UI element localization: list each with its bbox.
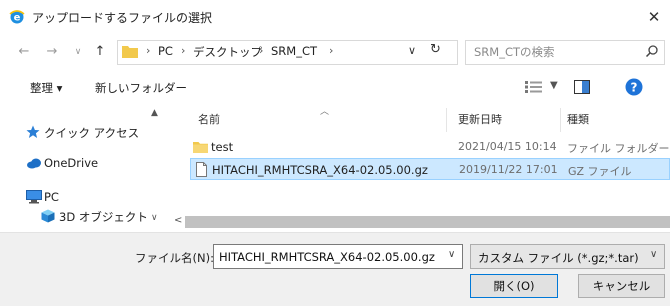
breadcrumb-srm-ct[interactable]: SRM_CT bbox=[271, 44, 317, 58]
recent-dropdown-icon[interactable]: ∨ bbox=[70, 44, 86, 60]
file-name: test bbox=[211, 140, 234, 154]
up-arrow-icon[interactable]: ↑ bbox=[92, 44, 108, 60]
filename-label: ファイル名(N): bbox=[135, 251, 214, 265]
breadcrumb-separator: › bbox=[181, 44, 186, 57]
nav-item-pc[interactable]: PC bbox=[44, 190, 59, 204]
nav-item-quick-access[interactable]: クイック アクセス bbox=[44, 125, 139, 141]
filename-dropdown-icon[interactable]: ∨ bbox=[448, 249, 455, 260]
forward-arrow-icon[interactable]: → bbox=[44, 44, 60, 60]
back-arrow-icon[interactable]: ← bbox=[16, 44, 32, 60]
breadcrumb-separator: › bbox=[259, 44, 264, 57]
column-divider[interactable] bbox=[560, 108, 561, 132]
scroll-left-icon[interactable]: < bbox=[174, 215, 182, 226]
cancel-button[interactable]: キャンセル bbox=[578, 274, 665, 298]
nav-item-3d-objects[interactable]: 3D オブジェクト bbox=[59, 209, 148, 225]
search-placeholder: SRM_CTの検索 bbox=[474, 45, 555, 59]
open-button[interactable]: 開く(O) bbox=[470, 274, 558, 298]
nav-item-onedrive[interactable]: OneDrive bbox=[44, 156, 98, 170]
refresh-icon[interactable]: ↻ bbox=[430, 42, 441, 57]
breadcrumb-desktop[interactable]: デスクトップ bbox=[193, 44, 262, 60]
file-type: GZ ファイル bbox=[568, 165, 632, 178]
address-dropdown-icon[interactable]: ∨ bbox=[408, 44, 416, 57]
folder-icon bbox=[193, 139, 208, 154]
file-icon bbox=[194, 162, 209, 177]
column-header-type[interactable]: 種類 bbox=[567, 111, 589, 127]
column-header-name[interactable]: 名前 bbox=[198, 111, 220, 127]
view-dropdown-icon[interactable]: ▼ bbox=[550, 80, 558, 91]
file-name: HITACHI_RMHTCSRA_X64-02.05.00.gz bbox=[212, 163, 428, 177]
close-button[interactable]: ✕ bbox=[640, 4, 668, 30]
file-date: 2019/11/22 17:01 bbox=[459, 163, 558, 176]
nav-scroll-down-icon[interactable]: ∨ bbox=[151, 213, 158, 223]
new-folder-button[interactable]: 新しいフォルダー bbox=[95, 80, 187, 96]
help-icon[interactable]: ? bbox=[625, 78, 643, 96]
file-type: ファイル フォルダー bbox=[567, 142, 670, 155]
svg-text:?: ? bbox=[631, 81, 638, 95]
organize-button[interactable]: 整理 ▾ bbox=[30, 80, 62, 96]
star-icon bbox=[26, 125, 40, 139]
breadcrumb-separator: › bbox=[329, 44, 334, 57]
breadcrumb-pc[interactable]: PC bbox=[158, 44, 173, 58]
window-title: アップロードするファイルの選択 bbox=[32, 11, 213, 25]
search-icon[interactable] bbox=[645, 44, 659, 58]
svg-text:e: e bbox=[14, 13, 21, 24]
browser-e-icon: e bbox=[9, 9, 25, 25]
scrollbar-thumb[interactable] bbox=[185, 216, 670, 228]
cloud-icon bbox=[26, 157, 41, 171]
filename-value: HITACHI_RMHTCSRA_X64-02.05.00.gz bbox=[219, 250, 435, 264]
file-type-dropdown-icon[interactable]: ∨ bbox=[650, 249, 657, 260]
file-date: 2021/04/15 10:14 bbox=[458, 140, 557, 153]
cube-icon bbox=[41, 209, 55, 223]
column-header-date[interactable]: 更新日時 bbox=[458, 111, 502, 127]
column-divider[interactable] bbox=[446, 108, 447, 132]
file-row[interactable]: test 2021/04/15 10:14 ファイル フォルダー bbox=[190, 136, 670, 158]
computer-icon bbox=[26, 190, 42, 204]
preview-pane-icon[interactable] bbox=[574, 80, 590, 94]
nav-scroll-up-icon[interactable]: ▲ bbox=[151, 108, 158, 118]
sort-ascending-icon: ︿ bbox=[320, 107, 330, 117]
file-row-selected[interactable]: HITACHI_RMHTCSRA_X64-02.05.00.gz 2019/11… bbox=[190, 158, 670, 180]
view-options-icon[interactable] bbox=[525, 81, 543, 96]
breadcrumb-separator: › bbox=[146, 44, 151, 57]
folder-icon bbox=[122, 44, 138, 58]
file-type-value: カスタム ファイル (*.gz;*.tar) bbox=[478, 251, 639, 265]
